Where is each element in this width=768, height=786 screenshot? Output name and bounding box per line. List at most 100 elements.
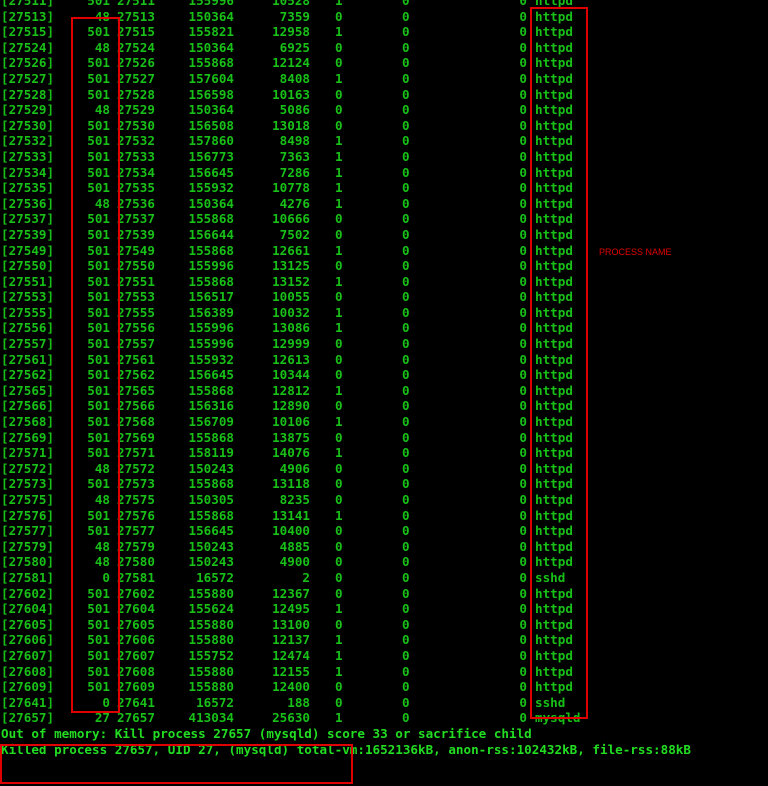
tgid-cell: 27608: [117, 663, 155, 679]
nr-ptes-cell: 0: [335, 476, 343, 492]
uid-cell: 48: [94, 492, 110, 507]
rss-cell: 12367: [272, 585, 310, 601]
nr-ptes-cell: 0: [335, 102, 343, 118]
process-name-cell: httpd: [535, 195, 573, 211]
pid-cell: [27536]: [1, 195, 55, 211]
process-row: [27534] 501 27534 156645 7286 1 0 0 httpd: [0, 165, 768, 181]
uid-cell: 48: [94, 554, 110, 570]
oom-score-adj-cell: 0: [519, 336, 527, 352]
oom-score-adj-cell: 0: [519, 616, 527, 632]
pid-cell: [27533]: [1, 148, 55, 164]
oom-message-line: Out of memory: Kill process 27657 (mysql…: [1, 725, 532, 741]
total-vm-cell: 155880: [188, 632, 235, 648]
uid-cell: 501: [87, 414, 110, 430]
swapents-cell: 0: [402, 694, 410, 710]
tgid-cell: 27536: [117, 195, 155, 211]
process-name-cell: httpd: [535, 538, 573, 554]
total-vm-cell: 150243: [188, 538, 235, 554]
process-row: [27555] 501 27555 156389 10032 1 0 0 httpd: [0, 305, 768, 321]
process-row: [27533] 501 27533 156773 7363 1 0 0 httpd: [0, 149, 768, 165]
tgid-cell: 27537: [117, 211, 155, 227]
tgid-cell: 27657: [117, 710, 155, 726]
process-row: [27513] 48 27513 150364 7359 0 0 0 httpd: [0, 9, 768, 25]
swapents-cell: 0: [402, 616, 410, 632]
pid-cell: [27566]: [1, 398, 55, 414]
rss-cell: 10528: [272, 0, 310, 8]
pid-cell: [27539]: [1, 226, 55, 242]
rss-cell: 4276: [279, 195, 310, 211]
nr-ptes-cell: 0: [335, 694, 343, 710]
pid-cell: [27526]: [1, 55, 55, 71]
process-row: [27569] 501 27569 155868 13875 0 0 0 httpd: [0, 430, 768, 446]
total-vm-cell: 155821: [188, 24, 235, 40]
rss-cell: 4885: [279, 538, 310, 554]
tgid-cell: 27549: [117, 242, 155, 258]
terminal-output: [27511] 501 27511 155996 10528 1 0 0 httpd [27513…: [0, 0, 768, 758]
oom-score-adj-cell: 0: [519, 569, 527, 585]
nr-ptes-cell: 0: [335, 569, 343, 585]
rss-cell: 25630: [272, 710, 310, 726]
pid-cell: [27511]: [1, 0, 55, 8]
total-vm-cell: 155868: [188, 211, 235, 227]
pid-cell: [27579]: [1, 538, 55, 554]
rss-cell: 7286: [279, 164, 310, 180]
swapents-cell: 0: [402, 133, 410, 149]
process-name-cell: httpd: [535, 647, 573, 663]
swapents-cell: 0: [402, 710, 410, 726]
rss-cell: 6925: [279, 39, 310, 55]
uid-cell: 501: [87, 398, 110, 414]
tgid-cell: 27576: [117, 507, 155, 523]
uid-cell: 501: [87, 0, 110, 8]
total-vm-cell: 156508: [188, 117, 235, 133]
nr-ptes-cell: 1: [335, 414, 343, 430]
rss-cell: 13125: [272, 258, 310, 274]
rss-cell: 12474: [272, 647, 310, 663]
oom-score-adj-cell: 0: [519, 39, 527, 55]
process-name-cell: httpd: [535, 382, 573, 398]
uid-cell: 501: [87, 304, 110, 320]
pid-cell: [27561]: [1, 351, 55, 367]
pid-cell: [27606]: [1, 632, 55, 648]
uid-cell: 501: [87, 164, 110, 180]
swapents-cell: 0: [402, 242, 410, 258]
total-vm-cell: 156316: [188, 398, 235, 414]
tgid-cell: 27579: [117, 538, 155, 554]
pid-cell: [27550]: [1, 258, 55, 274]
nr-ptes-cell: 1: [335, 180, 343, 196]
uid-cell: 501: [87, 320, 110, 336]
total-vm-cell: 150364: [188, 102, 235, 118]
pid-cell: [27527]: [1, 70, 55, 86]
nr-ptes-cell: 0: [335, 86, 343, 102]
nr-ptes-cell: 1: [335, 710, 343, 726]
swapents-cell: 0: [402, 8, 410, 24]
swapents-cell: 0: [402, 445, 410, 461]
uid-cell: 501: [87, 663, 110, 679]
uid-cell: 501: [87, 445, 110, 461]
nr-ptes-cell: 1: [335, 382, 343, 398]
pid-cell: [27604]: [1, 601, 55, 617]
tgid-cell: 27513: [117, 8, 155, 24]
pid-cell: [27608]: [1, 663, 55, 679]
oom-score-adj-cell: 0: [519, 476, 527, 492]
rss-cell: 7359: [279, 8, 310, 24]
total-vm-cell: 16572: [196, 694, 234, 710]
process-row: [27530] 501 27530 156508 13018 0 0 0 httpd: [0, 118, 768, 134]
process-row: [27641] 0 27641 16572 188 0 0 0 sshd: [0, 695, 768, 711]
rss-cell: 10163: [272, 86, 310, 102]
uid-cell: 501: [87, 336, 110, 352]
rss-cell: 10400: [272, 523, 310, 539]
uid-cell: 501: [87, 429, 110, 445]
rss-cell: 13118: [272, 476, 310, 492]
uid-cell: 501: [87, 133, 110, 149]
nr-ptes-cell: 0: [335, 398, 343, 414]
rss-cell: 10106: [272, 414, 310, 430]
oom-score-adj-cell: 0: [519, 429, 527, 445]
uid-cell: 501: [87, 180, 110, 196]
oom-score-adj-cell: 0: [519, 242, 527, 258]
process-row: [27608] 501 27608 155880 12155 1 0 0 httpd: [0, 664, 768, 680]
total-vm-cell: 155880: [188, 663, 235, 679]
tgid-cell: 27557: [117, 336, 155, 352]
rss-cell: 13100: [272, 616, 310, 632]
oom-score-adj-cell: 0: [519, 585, 527, 601]
pid-cell: [27515]: [1, 24, 55, 40]
